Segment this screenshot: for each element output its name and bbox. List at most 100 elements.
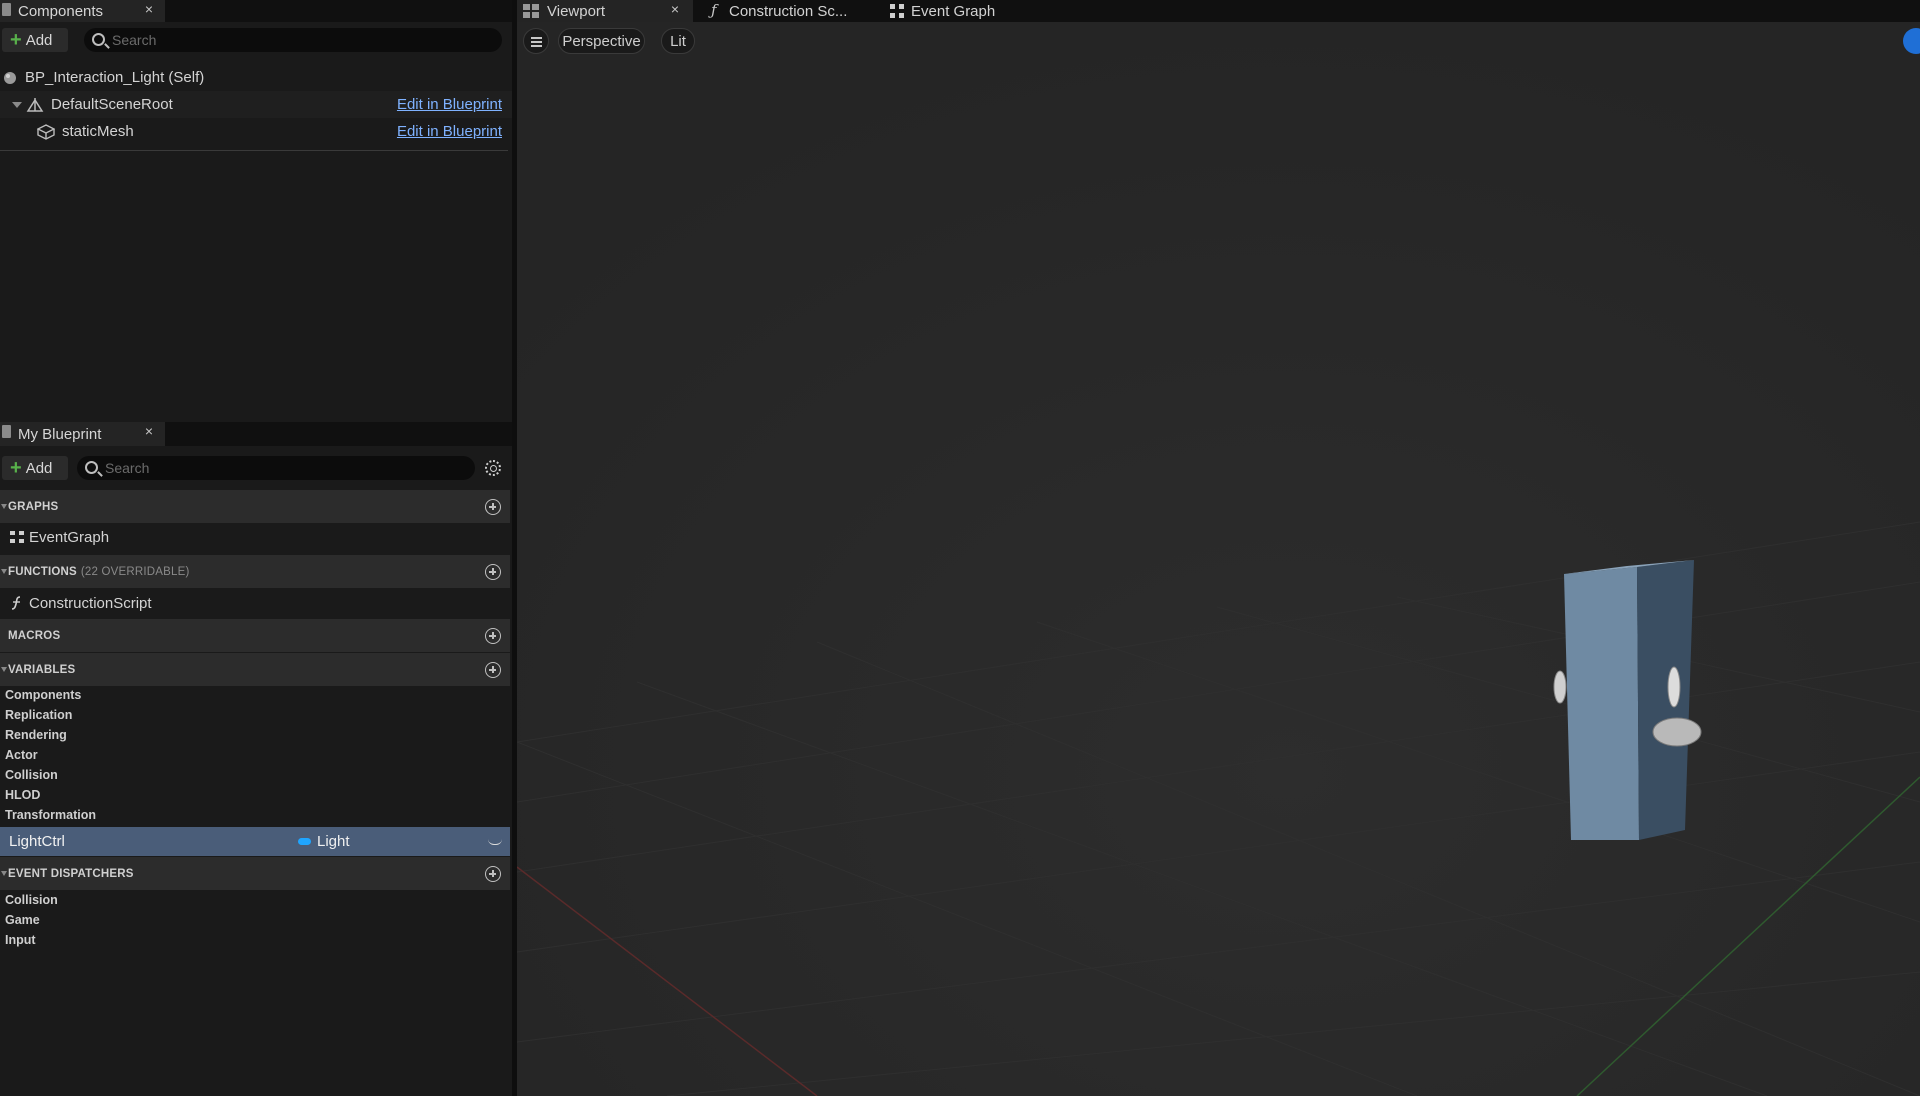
dispatcher-category[interactable]: Input — [5, 933, 36, 947]
component-self-label: BP_Interaction_Light (Self) — [25, 69, 205, 86]
variable-category[interactable]: Collision — [5, 768, 58, 782]
hamburger-line — [531, 37, 542, 39]
lit-mode-button[interactable]: Lit — [661, 28, 695, 54]
close-icon[interactable]: × — [145, 423, 153, 439]
tab-construction-script[interactable]: ƒ Construction Sc... — [707, 0, 867, 22]
variable-name: LightCtrl — [9, 833, 65, 850]
tab-components-label: Components — [18, 2, 104, 20]
section-functions[interactable]: FUNCTIONS (22 OVERRIDABLE) — [0, 555, 510, 588]
search-placeholder: Search — [105, 460, 150, 476]
dispatcher-category[interactable]: Collision — [5, 893, 58, 907]
variable-type-pill-icon — [298, 838, 311, 845]
section-title: FUNCTIONS — [8, 565, 77, 578]
search-icon — [85, 461, 98, 474]
components-divider — [0, 150, 508, 151]
my-blueprint-tabbar: My Blueprint × — [0, 422, 512, 446]
section-graphs[interactable]: GRAPHS — [0, 490, 510, 523]
add-label: Add — [25, 459, 53, 477]
left-panel: Components × + Add Search BP_Interaction… — [0, 0, 512, 1096]
section-subtitle: (22 OVERRIDABLE) — [80, 565, 190, 578]
add-label: Add — [25, 31, 53, 49]
components-tabbar: Components × — [0, 0, 512, 22]
door-mesh — [1553, 560, 1702, 840]
section-event-dispatchers[interactable]: EVENT DISPATCHERS — [0, 857, 510, 890]
plus-icon: + — [10, 29, 22, 51]
component-label: staticMesh — [62, 123, 134, 140]
plus-icon: + — [10, 457, 22, 479]
viewport-grid-icon — [523, 4, 539, 18]
close-icon[interactable]: × — [671, 1, 679, 17]
components-search-input[interactable]: Search — [84, 28, 502, 52]
section-title: MACROS — [8, 629, 61, 642]
actor-self-icon — [4, 71, 16, 84]
edit-in-blueprint-link[interactable]: Edit in Blueprint — [397, 96, 502, 113]
variable-category[interactable]: Actor — [5, 748, 38, 762]
components-tab-icon — [2, 3, 11, 16]
graph-icon — [890, 4, 904, 18]
hamburger-line — [531, 41, 542, 43]
static-mesh-icon — [37, 123, 55, 140]
close-icon[interactable]: × — [145, 1, 153, 17]
section-variables[interactable]: VARIABLES — [0, 653, 510, 686]
components-toolbar: + Add Search — [0, 24, 512, 56]
add-graph-icon[interactable] — [485, 499, 501, 515]
component-row[interactable]: staticMesh Edit in Blueprint — [0, 118, 512, 145]
add-component-button[interactable]: + Add — [2, 28, 68, 52]
collapse-arrow-icon — [1, 504, 7, 509]
variable-category[interactable]: Transformation — [5, 808, 96, 822]
variable-category[interactable]: Rendering — [5, 728, 67, 742]
function-icon — [11, 596, 21, 610]
expand-arrow-icon — [12, 101, 22, 108]
add-variable-icon[interactable] — [485, 662, 501, 678]
my-blueprint-search-input[interactable]: Search — [77, 456, 475, 480]
tab-viewport[interactable]: Viewport × — [517, 0, 693, 22]
tab-construction-label: Construction Sc... — [729, 2, 848, 20]
tab-components[interactable]: Components × — [0, 0, 165, 22]
function-icon: ƒ — [711, 1, 717, 19]
component-row[interactable]: DefaultSceneRoot Edit in Blueprint — [0, 91, 512, 118]
collapse-arrow-icon — [1, 569, 7, 574]
function-item-constructionscript[interactable]: ConstructionScript — [0, 588, 510, 618]
blueprint-tab-icon — [2, 425, 11, 438]
tab-event-graph-label: Event Graph — [911, 2, 996, 20]
graph-icon — [10, 531, 24, 543]
visibility-eye-icon[interactable] — [488, 839, 502, 845]
add-macro-icon[interactable] — [485, 628, 501, 644]
tab-my-blueprint[interactable]: My Blueprint × — [0, 422, 165, 446]
add-function-icon[interactable] — [485, 564, 501, 580]
variable-category[interactable]: Components — [5, 688, 81, 702]
variable-row-selected[interactable]: LightCtrl Light — [0, 827, 510, 856]
search-placeholder: Search — [112, 32, 157, 48]
hamburger-line — [531, 45, 542, 47]
settings-gear-icon[interactable] — [485, 460, 501, 476]
search-icon — [92, 33, 105, 46]
tab-my-blueprint-label: My Blueprint — [18, 425, 102, 443]
component-self-row[interactable]: BP_Interaction_Light (Self) — [0, 64, 512, 91]
function-item-label: ConstructionScript — [29, 594, 152, 612]
scene-grid — [517, 22, 1920, 1096]
viewport-menu-button[interactable] — [523, 28, 549, 54]
collapse-arrow-icon — [1, 667, 7, 672]
edit-in-blueprint-link[interactable]: Edit in Blueprint — [397, 123, 502, 140]
section-title: VARIABLES — [8, 663, 76, 676]
add-member-button[interactable]: + Add — [2, 456, 68, 480]
variable-type: Light — [317, 833, 350, 850]
section-macros[interactable]: MACROS — [0, 619, 510, 652]
scene-root-icon — [26, 97, 44, 112]
variable-category[interactable]: HLOD — [5, 788, 40, 802]
collapse-arrow-icon — [1, 871, 7, 876]
graph-item-eventgraph[interactable]: EventGraph — [0, 522, 510, 552]
section-title: EVENT DISPATCHERS — [8, 867, 134, 880]
my-blueprint-toolbar: + Add Search — [0, 452, 512, 484]
graph-item-label: EventGraph — [29, 528, 110, 546]
add-event-dispatcher-icon[interactable] — [485, 866, 501, 882]
tab-event-graph[interactable]: Event Graph — [887, 0, 1047, 22]
viewport-tabbar: Viewport × ƒ Construction Sc... Event Gr… — [517, 0, 1920, 22]
variable-category[interactable]: Replication — [5, 708, 72, 722]
perspective-button[interactable]: Perspective — [558, 28, 645, 54]
dispatcher-category[interactable]: Game — [5, 913, 40, 927]
section-title: GRAPHS — [8, 500, 59, 513]
tab-viewport-label: Viewport — [547, 2, 606, 20]
component-label: DefaultSceneRoot — [51, 96, 173, 113]
viewport-canvas[interactable] — [517, 22, 1920, 1096]
